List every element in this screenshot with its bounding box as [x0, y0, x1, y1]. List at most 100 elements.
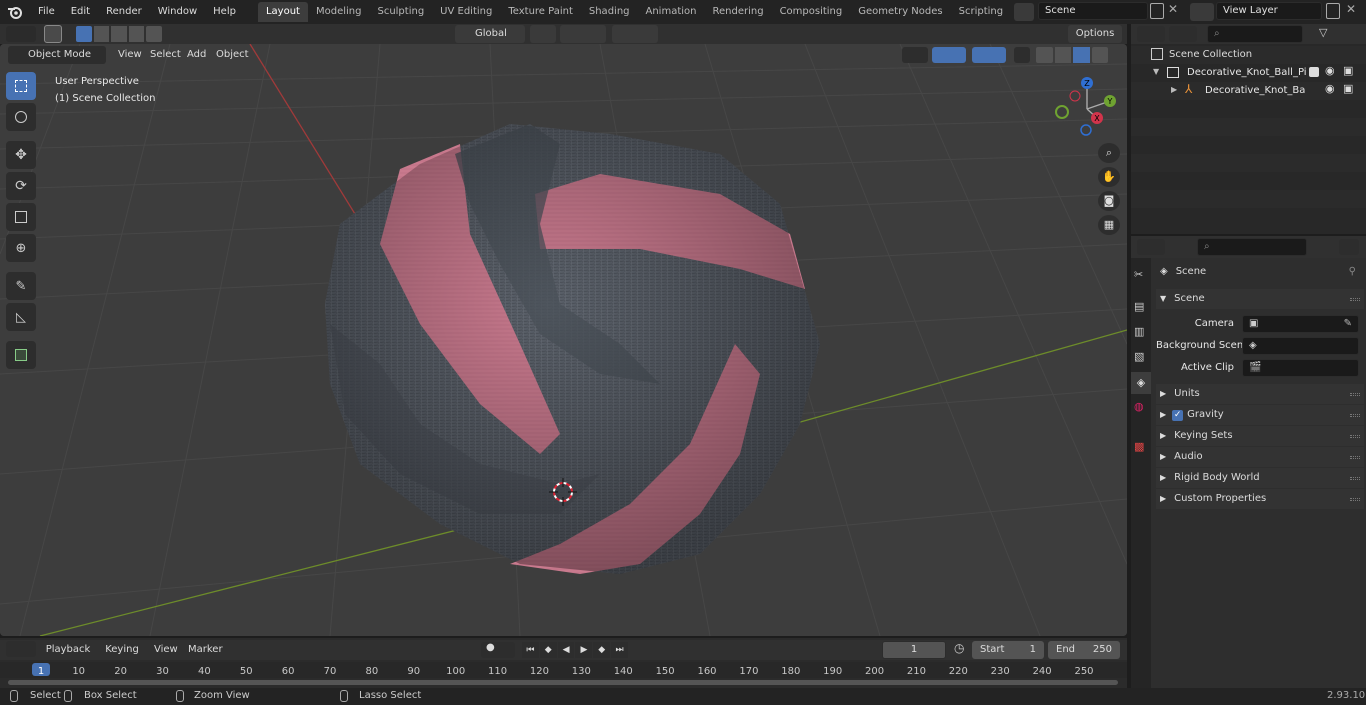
end-frame-field[interactable]: End 250 [1048, 641, 1120, 659]
tab-geometry-nodes[interactable]: Geometry Nodes [850, 2, 950, 22]
menu-edit[interactable]: Edit [63, 1, 98, 23]
active-clip-field[interactable]: 🎬 [1242, 359, 1359, 377]
camera-field[interactable]: ▣ ✎ [1242, 315, 1359, 333]
panel-custom-properties[interactable]: ▶ Custom Properties [1156, 489, 1364, 509]
expand-arrow-icon[interactable]: ▼ [1153, 67, 1159, 76]
panel-gravity[interactable]: ▶ ✓ Gravity [1156, 405, 1364, 425]
render-tab-icon[interactable]: ▤ [1134, 300, 1144, 313]
visibility-dropdown[interactable] [902, 47, 928, 63]
panel-units[interactable]: ▶ Units [1156, 384, 1364, 404]
close-scene-icon[interactable]: ✕ [1168, 2, 1178, 16]
expand-arrow-icon[interactable]: ▶ [1171, 85, 1177, 94]
tab-shading[interactable]: Shading [581, 2, 638, 22]
current-frame-field[interactable]: 1 [882, 641, 946, 659]
annotate-tool[interactable]: ✎ [6, 272, 36, 300]
outliner-item-collection[interactable]: Decorative_Knot_Ball_Pillow_( [1187, 67, 1307, 78]
3d-viewport[interactable] [0, 44, 1127, 636]
tab-uv-editing[interactable]: UV Editing [432, 2, 500, 22]
background-scene-field[interactable]: ◈ [1242, 337, 1359, 355]
tab-texture-paint[interactable]: Texture Paint [500, 2, 581, 22]
outliner-display-mode[interactable] [1169, 26, 1197, 42]
transform-tool[interactable]: ⊕ [6, 234, 36, 262]
select-box-tool[interactable] [6, 72, 36, 100]
exclude-checkbox[interactable] [1309, 67, 1319, 77]
camera-view-icon[interactable]: ◙ [1098, 191, 1120, 211]
tab-rendering[interactable]: Rendering [704, 2, 771, 22]
add-cube-tool[interactable] [6, 341, 36, 369]
pan-hand-icon[interactable]: ✋ [1098, 167, 1120, 187]
play-icon[interactable]: ▶ [575, 642, 593, 658]
timeline-scrollbar[interactable] [8, 680, 1118, 685]
options-dropdown[interactable]: Options [1068, 25, 1122, 43]
world-tab-icon[interactable]: ◍ [1134, 400, 1144, 413]
texture-tab-icon[interactable]: ▩ [1134, 440, 1144, 453]
tab-sculpting[interactable]: Sculpting [369, 2, 432, 22]
blender-logo-icon[interactable] [0, 1, 30, 23]
rotate-tool[interactable]: ⟳ [6, 172, 36, 200]
overlay-toggle[interactable] [972, 47, 1006, 63]
menu-window[interactable]: Window [150, 1, 205, 23]
stopwatch-icon[interactable]: ◷ [954, 641, 964, 655]
scene-section-header[interactable]: ▼ Scene [1156, 289, 1364, 309]
view-layer-icon[interactable] [1190, 3, 1214, 21]
view-layer-tab-icon[interactable]: ▧ [1134, 350, 1144, 363]
zoom-icon[interactable]: ⌕ [1098, 143, 1120, 163]
playback-controls[interactable]: ⏮ ◆ ◀ ▶ ◆ ⏭ [522, 642, 628, 658]
tab-compositing[interactable]: Compositing [772, 2, 851, 22]
proportional-editing-toggle[interactable] [612, 25, 658, 43]
panel-rigid-body-world[interactable]: ▶ Rigid Body World [1156, 468, 1364, 488]
pin-icon[interactable]: ⚲ [1349, 262, 1356, 282]
cursor-tool[interactable] [6, 103, 36, 131]
properties-editor-type[interactable] [1137, 239, 1165, 255]
menu-render[interactable]: Render [98, 1, 150, 23]
gravity-checkbox[interactable]: ✓ [1172, 409, 1184, 421]
timeline-editor-type[interactable] [6, 641, 36, 657]
jump-start-icon[interactable]: ⏮ [522, 642, 539, 658]
tab-modeling[interactable]: Modeling [308, 2, 370, 22]
close-view-layer-icon[interactable]: ✕ [1346, 2, 1356, 16]
outliner-scene-collection[interactable]: Scene Collection [1169, 49, 1252, 60]
render-camera-icon[interactable]: ▣ [1343, 64, 1353, 77]
output-tab-icon[interactable]: ▥ [1134, 325, 1144, 338]
tool-tab-icon[interactable]: ✂ [1134, 268, 1143, 281]
scale-tool[interactable] [6, 203, 36, 231]
menu-object[interactable]: Object [208, 44, 257, 66]
outliner-item-object[interactable]: Decorative_Knot_Ball_Pill [1205, 85, 1305, 96]
start-frame-field[interactable]: Start 1 [972, 641, 1044, 659]
scene-selector[interactable]: Scene [1038, 2, 1148, 20]
object-mode-dropdown[interactable]: Object Mode [8, 46, 106, 64]
properties-search-input[interactable]: ⌕ [1197, 238, 1307, 256]
editor-type-button[interactable] [6, 26, 36, 42]
eye-icon[interactable]: ◉ [1325, 82, 1335, 95]
panel-keying-sets[interactable]: ▶ Keying Sets [1156, 426, 1364, 446]
tab-scripting[interactable]: Scripting [951, 2, 1011, 22]
keying-dropdown[interactable]: Keying [98, 641, 146, 659]
tab-animation[interactable]: Animation [638, 2, 705, 22]
play-reverse-icon[interactable]: ◀ [557, 642, 575, 658]
outliner-search-input[interactable]: ⌕ [1207, 25, 1303, 43]
tab-layout[interactable]: Layout [257, 2, 308, 22]
timeline-marker-menu[interactable]: Marker [180, 639, 231, 661]
jump-end-icon[interactable]: ⏭ [611, 642, 628, 658]
auto-keying-toggle[interactable]: ● [481, 642, 515, 658]
render-camera-icon[interactable]: ▣ [1343, 82, 1353, 95]
measure-tool[interactable]: ◺ [6, 303, 36, 331]
outliner-editor-type[interactable] [1137, 26, 1165, 42]
playback-dropdown[interactable]: Playback [40, 641, 96, 659]
properties-options-icon[interactable] [1339, 239, 1359, 255]
eye-icon[interactable]: ◉ [1325, 64, 1335, 77]
shading-mode-buttons[interactable] [1036, 47, 1108, 63]
scene-tab-icon[interactable]: ◈ [1131, 372, 1151, 394]
new-scene-icon[interactable] [1150, 3, 1164, 19]
prev-keyframe-icon[interactable]: ◆ [539, 642, 557, 658]
xray-toggle[interactable] [1014, 47, 1030, 63]
snapping-toggle[interactable] [560, 25, 606, 43]
view-layer-selector[interactable]: View Layer [1216, 2, 1322, 20]
menu-file[interactable]: File [30, 1, 63, 23]
panel-audio[interactable]: ▶ Audio [1156, 447, 1364, 467]
new-view-layer-icon[interactable] [1326, 3, 1340, 19]
selection-mode-buttons[interactable] [76, 26, 162, 42]
grid-perspective-icon[interactable]: ▦ [1098, 215, 1120, 235]
next-keyframe-icon[interactable]: ◆ [593, 642, 611, 658]
transform-orientation-dropdown[interactable]: Global [455, 25, 525, 43]
